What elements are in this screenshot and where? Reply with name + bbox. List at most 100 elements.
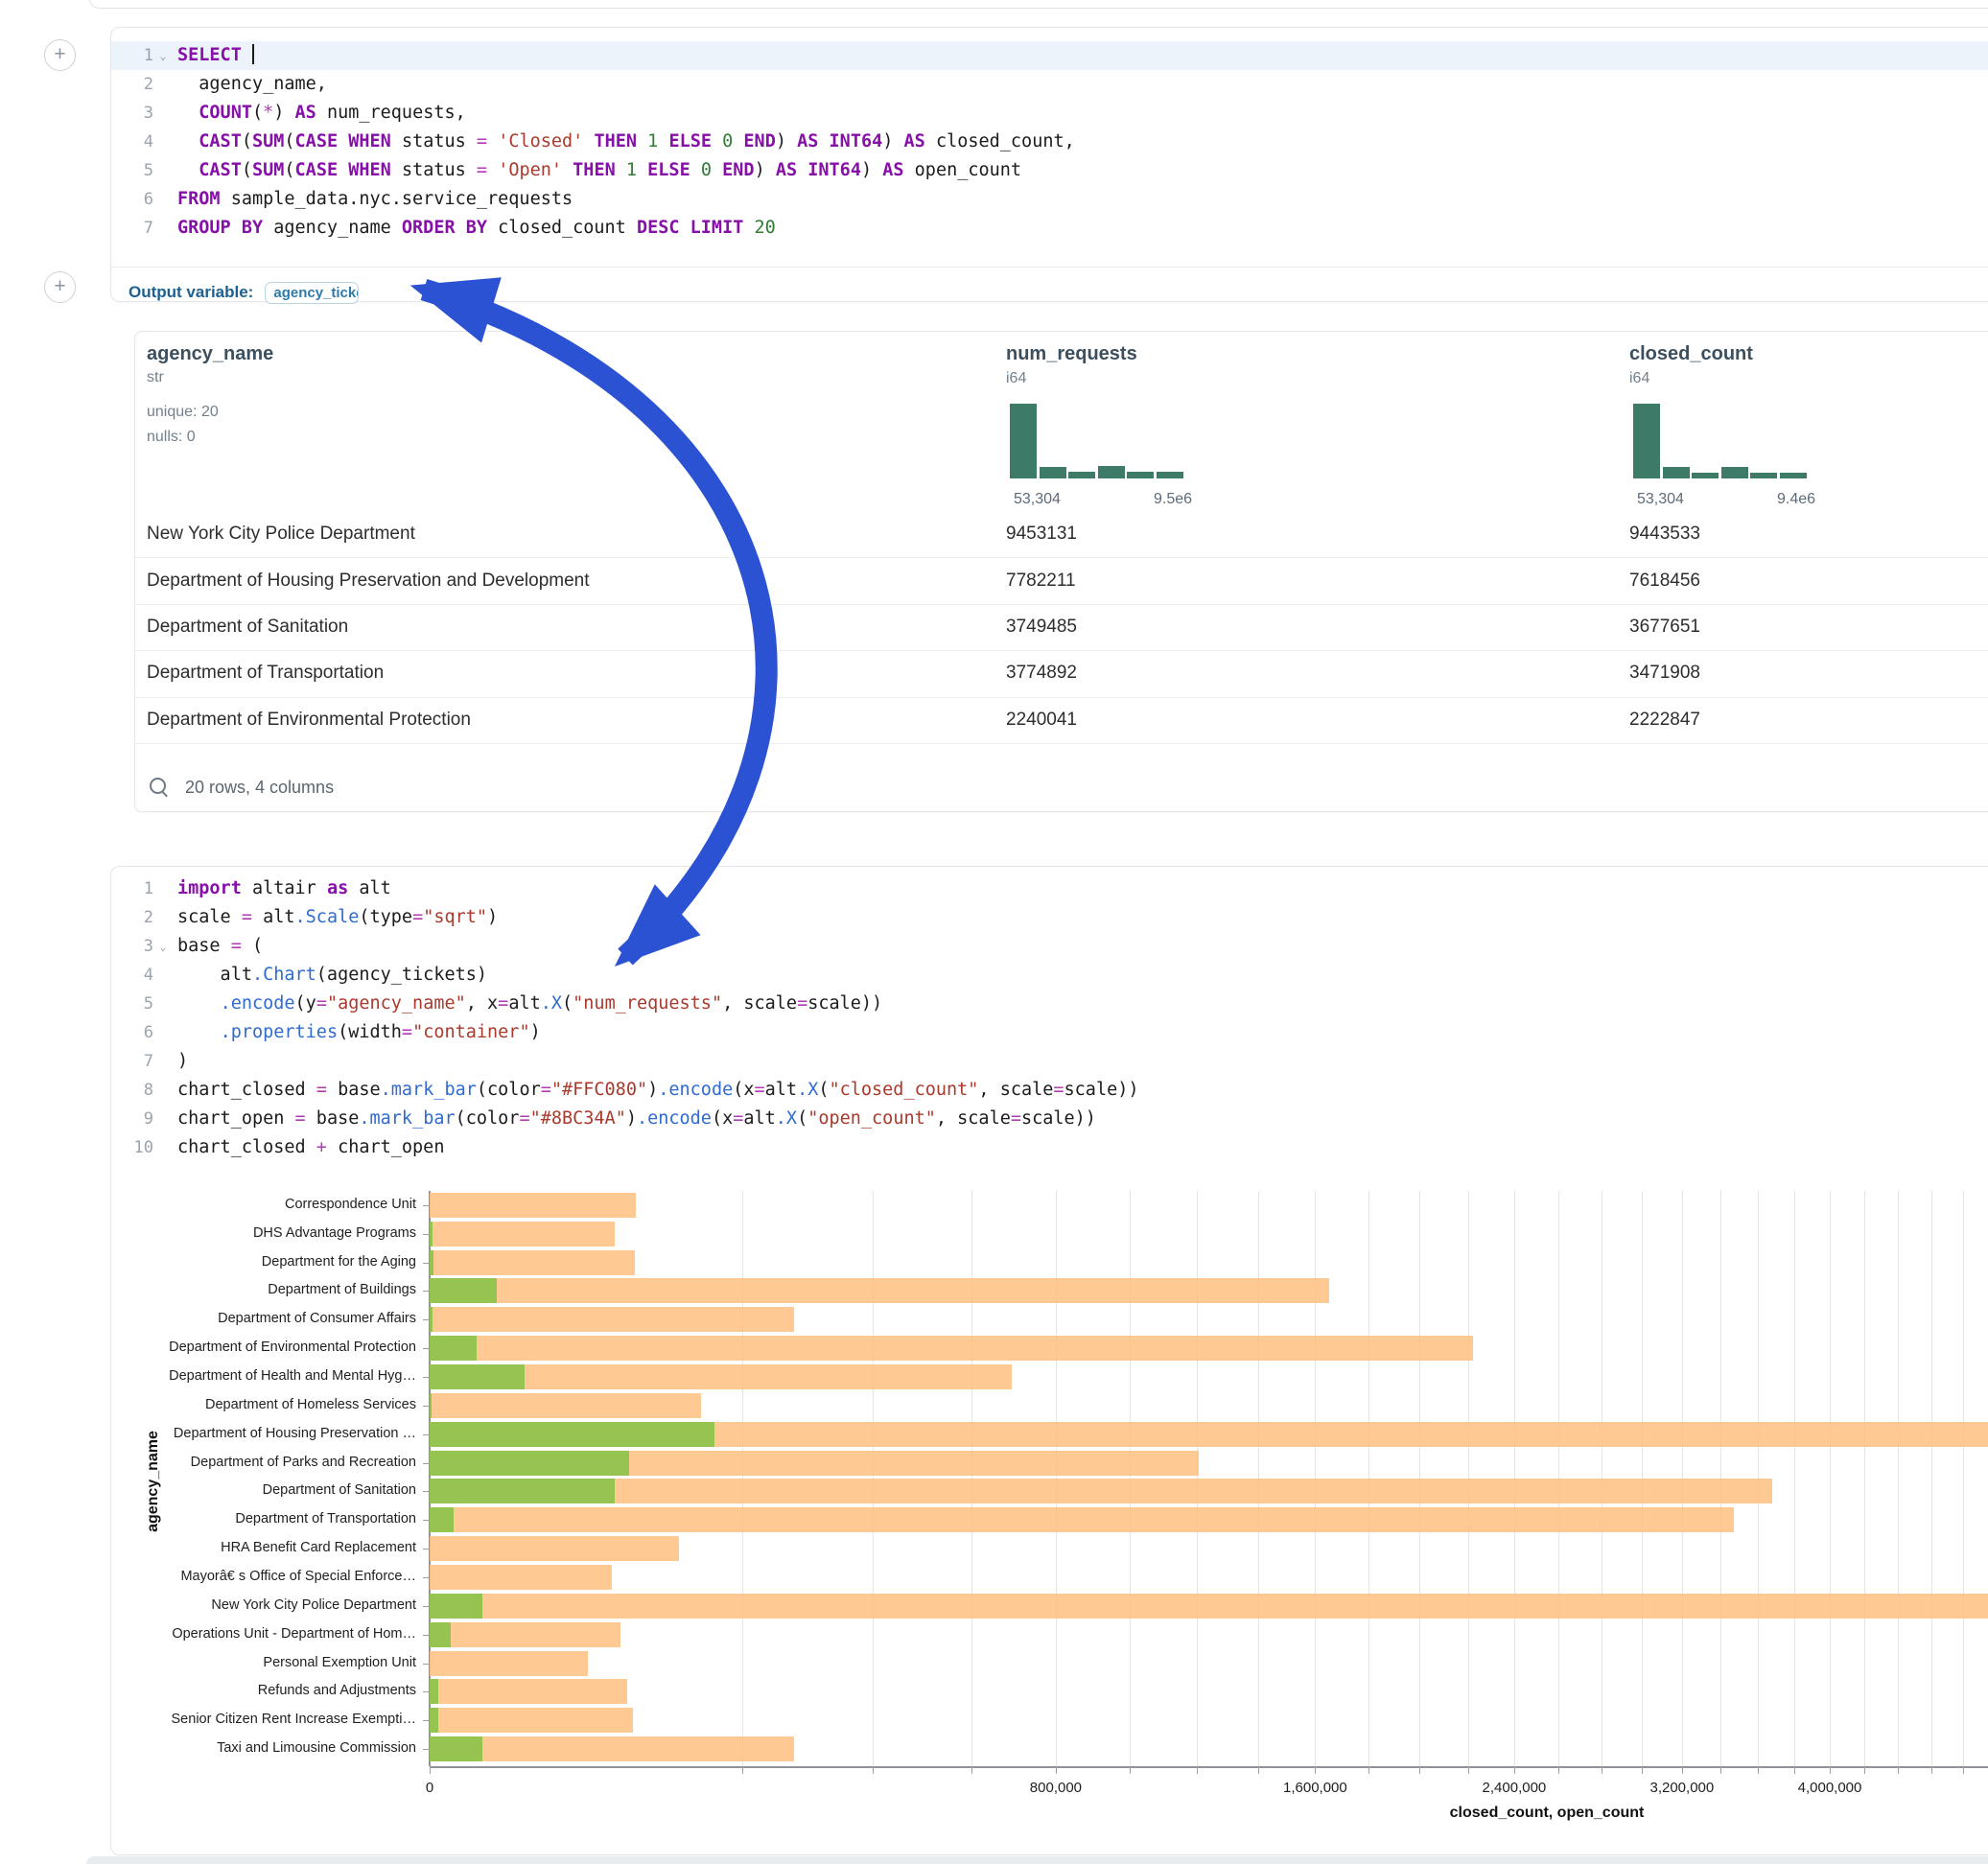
histogram-bar	[1068, 472, 1095, 478]
code-text: agency_name,	[173, 70, 327, 99]
closed-count-histogram	[1633, 404, 1809, 478]
code-text: COUNT(*) AS num_requests,	[173, 99, 466, 128]
histogram-bar	[1127, 472, 1154, 478]
previous-cell-edge	[88, 0, 1988, 9]
cell-closed-count: 9443533	[1629, 524, 1700, 545]
table-row[interactable]: New York City Police Department945313194…	[135, 511, 1988, 558]
table-row[interactable]: Department of Housing Preservation and D…	[135, 557, 1988, 604]
cell-closed-count: 3471908	[1629, 663, 1700, 684]
code-text: SELECT	[173, 41, 254, 70]
code-text: GROUP BY agency_name ORDER BY closed_cou…	[173, 214, 776, 243]
code-line[interactable]: 3 COUNT(*) AS num_requests,	[111, 99, 1988, 128]
code-line[interactable]: 5 .encode(y="agency_name", x=alt.X("num_…	[111, 990, 1988, 1018]
sql-cell[interactable]: 1⌄SELECT 2 agency_name,3 COUNT(*) AS num…	[110, 27, 1988, 302]
line-number: 8	[111, 1076, 153, 1105]
table-row[interactable]: Department of Environmental Protection 22…	[135, 697, 1988, 744]
cell-closed-count: 2222847	[1629, 710, 1700, 731]
fold-chevron-icon[interactable]: ⌄	[153, 932, 173, 961]
histogram-max-label: 9.5e6	[1154, 491, 1192, 508]
chart-y-axis-title: agency_name	[145, 1431, 162, 1532]
histogram-bar	[1750, 473, 1777, 478]
column-meta-nulls: nulls: 0	[147, 425, 273, 450]
line-number: 7	[111, 214, 153, 243]
histogram-bar	[1721, 467, 1748, 478]
column-header-agency-name[interactable]: agency_name str unique: 20 nulls: 0	[147, 343, 273, 450]
cell-closed-count: 3677651	[1629, 617, 1700, 638]
histogram-bar	[1780, 473, 1807, 478]
python-code-editor[interactable]: 1import altair as alt2 scale = alt.Scale(…	[111, 874, 1988, 1162]
fold-chevron-icon[interactable]: ⌄	[153, 41, 173, 70]
line-number: 1	[111, 41, 153, 70]
add-cell-button-top[interactable]: +	[44, 39, 76, 71]
notebook-page: + 1⌄SELECT 2 agency_name,3 COUNT(*) AS n…	[0, 0, 1988, 1864]
add-cell-button-middle[interactable]: +	[44, 271, 76, 303]
cell-divider	[111, 267, 1988, 268]
fold-gutter	[153, 128, 173, 156]
cell-agency-name: Department of Housing Preservation and D…	[147, 571, 590, 592]
fold-gutter	[153, 903, 173, 932]
output-variable-pill[interactable]: agency_tickets	[265, 282, 359, 304]
fold-gutter	[153, 214, 173, 243]
code-line[interactable]: 4 CAST(SUM(CASE WHEN status = 'Closed' T…	[111, 128, 1988, 156]
code-line[interactable]: 9chart_open = base.mark_bar(color="#8BC3…	[111, 1105, 1988, 1133]
histogram-bar	[1157, 472, 1183, 478]
histogram-bar	[1040, 467, 1066, 478]
code-line[interactable]: 7)	[111, 1047, 1988, 1076]
cell-closed-count: 7618456	[1629, 571, 1700, 592]
line-number: 4	[111, 961, 153, 990]
code-text: .encode(y="agency_name", x=alt.X("num_re…	[173, 990, 882, 1018]
code-text: chart_open = base.mark_bar(color="#8BC34…	[173, 1105, 1096, 1133]
table-row[interactable]: Department of Sanitation37494853677651	[135, 604, 1988, 651]
code-text: .properties(width="container")	[173, 1018, 541, 1047]
code-text: CAST(SUM(CASE WHEN status = 'Closed' THE…	[173, 128, 1075, 156]
fold-gutter	[153, 1018, 173, 1047]
code-line[interactable]: 5 CAST(SUM(CASE WHEN status = 'Open' THE…	[111, 156, 1988, 185]
histogram-bar	[1098, 466, 1125, 478]
fold-gutter	[153, 1047, 173, 1076]
table-row[interactable]: Department of Transportation377489234719…	[135, 650, 1988, 697]
code-text: FROM sample_data.nyc.service_requests	[173, 185, 573, 214]
code-text: alt.Chart(agency_tickets)	[173, 961, 487, 990]
sql-code-editor[interactable]: 1⌄SELECT 2 agency_name,3 COUNT(*) AS num…	[111, 41, 1988, 243]
code-text: scale = alt.Scale(type="sqrt")	[173, 903, 498, 932]
cell-agency-name: Department of Environmental Protection	[147, 710, 471, 731]
code-line[interactable]: 1import altair as alt	[111, 874, 1988, 903]
fold-gutter	[153, 1076, 173, 1105]
row-count-text: 20 rows, 4 columns	[185, 778, 334, 798]
histogram-bar	[1010, 404, 1037, 478]
line-number: 10	[111, 1133, 153, 1162]
python-cell[interactable]: 1import altair as alt2 scale = alt.Scale(…	[110, 866, 1988, 1855]
column-type: i64	[1006, 370, 1026, 387]
column-type: i64	[1629, 370, 1649, 387]
line-number: 4	[111, 128, 153, 156]
code-line[interactable]: 1⌄SELECT	[111, 41, 1988, 70]
code-line[interactable]: 6FROM sample_data.nyc.service_requests	[111, 185, 1988, 214]
code-text: )	[173, 1047, 188, 1076]
line-number: 7	[111, 1047, 153, 1076]
code-line[interactable]: 10chart_closed + chart_open	[111, 1133, 1988, 1162]
code-line[interactable]: 7 GROUP BY agency_name ORDER BY closed_co…	[111, 214, 1988, 243]
cell-agency-name: Department of Transportation	[147, 663, 384, 684]
line-number: 3	[111, 99, 153, 128]
code-line[interactable]: 6 .properties(width="container")	[111, 1018, 1988, 1047]
column-title: agency_name	[147, 343, 273, 365]
cell-agency-name: New York City Police Department	[147, 524, 415, 545]
code-text: base = (	[173, 932, 263, 961]
fold-gutter	[153, 185, 173, 214]
code-line[interactable]: 4 alt.Chart(agency_tickets)	[111, 961, 1988, 990]
num-requests-histogram	[1010, 404, 1185, 478]
search-icon[interactable]	[149, 777, 170, 798]
code-line[interactable]: 2 agency_name,	[111, 70, 1988, 99]
column-title: num_requests	[1006, 343, 1137, 365]
line-number: 3	[111, 932, 153, 961]
cell-agency-name: Department of Sanitation	[147, 617, 348, 638]
code-line[interactable]: 8 chart_closed = base.mark_bar(color="#FF…	[111, 1076, 1988, 1105]
line-number: 2	[111, 903, 153, 932]
next-cell-edge	[86, 1856, 1988, 1864]
code-line[interactable]: 3⌄base = (	[111, 932, 1988, 961]
line-number: 5	[111, 990, 153, 1018]
code-text: chart_closed = base.mark_bar(color="#FFC…	[173, 1076, 1139, 1105]
fold-gutter	[153, 961, 173, 990]
histogram-bar	[1633, 404, 1660, 478]
code-line[interactable]: 2 scale = alt.Scale(type="sqrt")	[111, 903, 1988, 932]
